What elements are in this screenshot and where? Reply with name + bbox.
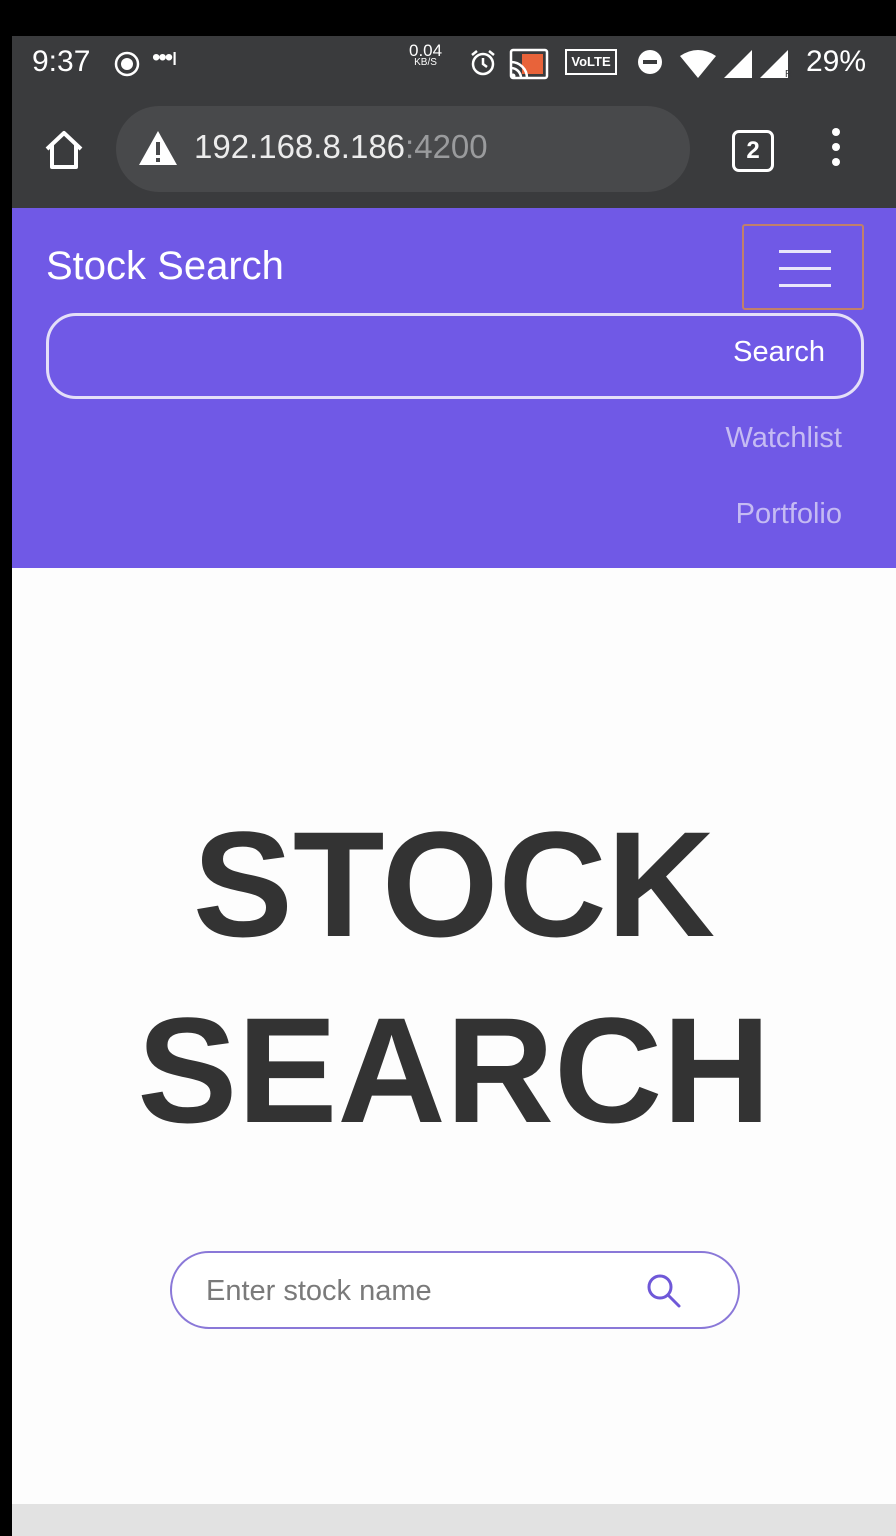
hamburger-icon: [779, 250, 831, 253]
home-icon[interactable]: [42, 128, 86, 172]
hamburger-icon-bar: [779, 267, 831, 270]
signal-icon: [724, 50, 752, 78]
phone-screen: 9:37 •••ı 0.04 KB/S VoLTE R 29% 192.168.…: [12, 36, 896, 1536]
page-footer: [12, 1504, 896, 1536]
navbar-search-box: Search: [46, 313, 864, 399]
cast-icon: [509, 48, 549, 80]
tab-switcher-button[interactable]: 2: [732, 130, 774, 172]
nav-link-portfolio[interactable]: Portfolio: [736, 498, 842, 531]
more-menu-icon[interactable]: [824, 128, 848, 172]
navbar-toggle-button[interactable]: [742, 224, 864, 310]
warning-icon: [139, 131, 177, 165]
do-not-disturb-icon: [638, 50, 662, 74]
stock-search-box: [170, 1251, 740, 1329]
navbar-brand[interactable]: Stock Search: [46, 244, 284, 289]
volte-icon: VoLTE: [565, 49, 617, 75]
nav-link-watchlist[interactable]: Watchlist: [725, 422, 842, 455]
url-text: 192.168.8.186:4200: [194, 128, 488, 166]
search-icon[interactable]: [644, 1271, 684, 1311]
hero-title: STOCK SEARCH: [12, 791, 896, 1163]
signal-roaming-icon: R: [760, 50, 792, 78]
navbar-search-button[interactable]: Search: [733, 336, 825, 369]
signal-dots-icon: •••ı: [152, 44, 178, 71]
site-navbar: Stock Search Search Watchlist Portfolio: [12, 208, 896, 568]
url-host: 192.168.8.186: [194, 128, 406, 165]
hamburger-icon-bar: [779, 284, 831, 287]
battery-level: 29%: [806, 45, 867, 78]
hero-title-line2: SEARCH: [137, 986, 771, 1154]
browser-toolbar: 192.168.8.186:4200 2: [12, 92, 896, 208]
svg-text:R: R: [785, 69, 792, 78]
record-icon: [114, 51, 140, 77]
status-bar: 9:37 •••ı 0.04 KB/S VoLTE R 29%: [12, 36, 896, 92]
net-speed: 0.04 KB/S: [409, 42, 442, 68]
wifi-icon: [680, 50, 716, 78]
stock-search-input[interactable]: [204, 1267, 628, 1315]
address-bar[interactable]: 192.168.8.186:4200: [116, 106, 690, 192]
status-time: 9:37: [32, 45, 91, 78]
alarm-icon: [471, 50, 495, 76]
hero-title-line1: STOCK: [192, 800, 716, 968]
navbar-search-input[interactable]: [69, 332, 713, 384]
url-port: :4200: [405, 128, 488, 165]
